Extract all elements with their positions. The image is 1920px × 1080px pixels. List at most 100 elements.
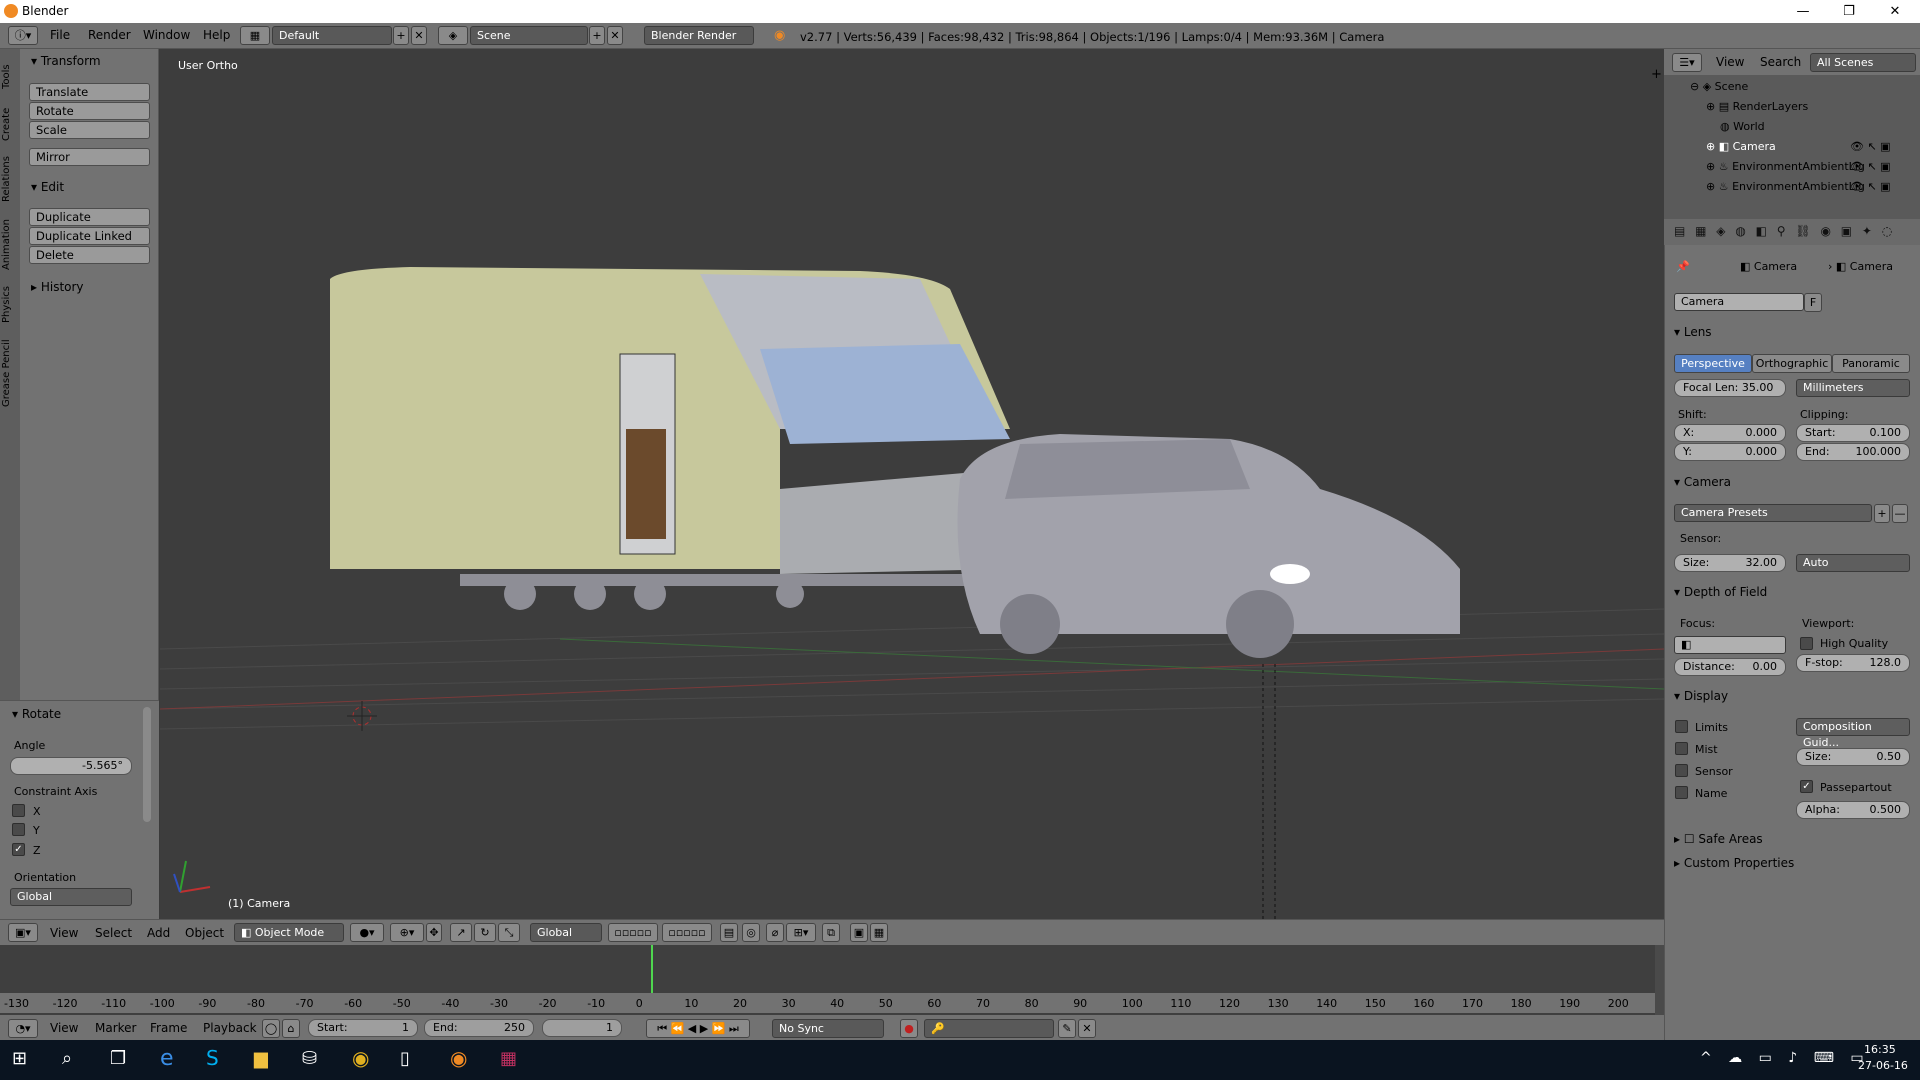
tab-physics[interactable]: Physics bbox=[1, 281, 19, 329]
high-quality-checkbox[interactable] bbox=[1800, 637, 1813, 650]
orthographic-tab[interactable]: Orthographic bbox=[1752, 354, 1832, 373]
lens-panel-header[interactable]: ▾ Lens bbox=[1674, 325, 1712, 339]
duplicate-linked-button[interactable]: Duplicate Linked bbox=[29, 227, 150, 245]
duplicate-button[interactable]: Duplicate bbox=[29, 208, 150, 226]
mode-select[interactable]: ◧ Object Mode bbox=[234, 923, 344, 942]
tab-tools[interactable]: Tools bbox=[1, 57, 19, 97]
rotate-button[interactable]: Rotate bbox=[29, 102, 150, 120]
skype-icon[interactable]: S bbox=[206, 1046, 219, 1070]
menu-add[interactable]: Add bbox=[147, 926, 170, 940]
outliner-menu-search[interactable]: Search bbox=[1760, 55, 1801, 69]
edit-panel-header[interactable]: ▾ Edit bbox=[31, 180, 64, 194]
windows-start-icon[interactable]: ⊞ bbox=[12, 1048, 27, 1069]
menu-render[interactable]: Render bbox=[88, 28, 131, 42]
transform-panel-header[interactable]: ▾ Transform bbox=[31, 54, 101, 68]
delete-button[interactable]: Delete bbox=[29, 246, 150, 264]
sensor-size-field[interactable]: Size: 32.00 bbox=[1674, 554, 1786, 572]
menu-select[interactable]: Select bbox=[95, 926, 132, 940]
breadcrumb-data[interactable]: › ◧ Camera bbox=[1828, 260, 1893, 273]
shift-x-field[interactable]: X: 0.000 bbox=[1674, 424, 1786, 442]
sync-select[interactable]: No Sync bbox=[772, 1019, 884, 1038]
panoramic-tab[interactable]: Panoramic bbox=[1832, 354, 1910, 373]
start-frame-field[interactable]: Start: 1 bbox=[308, 1019, 418, 1037]
remove-scene-icon[interactable]: ✕ bbox=[607, 26, 623, 45]
outliner-menu-view[interactable]: View bbox=[1716, 55, 1744, 69]
safe-areas-panel-header[interactable]: ▸ ☐ Safe Areas bbox=[1674, 832, 1763, 846]
focus-object-field[interactable]: ◧ bbox=[1674, 636, 1786, 654]
remove-preset-icon[interactable]: — bbox=[1892, 504, 1908, 523]
add-scene-icon[interactable]: + bbox=[589, 26, 605, 45]
winrar-icon[interactable]: ▦ bbox=[500, 1048, 517, 1069]
shading-select-icon[interactable]: ●▾ bbox=[350, 923, 384, 942]
scene-field[interactable]: Scene bbox=[470, 26, 588, 45]
tab-animation[interactable]: Animation bbox=[1, 213, 19, 277]
maximize-button[interactable]: ❐ bbox=[1826, 0, 1872, 23]
timeline-editor-type-icon[interactable]: ◔▾ bbox=[8, 1019, 38, 1038]
angle-field[interactable]: -5.565° bbox=[10, 757, 132, 775]
breadcrumb-object[interactable]: ◧ Camera bbox=[1740, 260, 1797, 273]
scale-manipulator-icon[interactable]: ⤡ bbox=[498, 923, 520, 942]
visibility-icons-light-1[interactable]: 👁 ↖ ▣ bbox=[1850, 160, 1891, 173]
history-panel-header[interactable]: ▸ History bbox=[31, 280, 84, 294]
orientation-select[interactable]: Global bbox=[10, 888, 132, 906]
translate-manipulator-icon[interactable]: ↗ bbox=[450, 923, 472, 942]
minimize-button[interactable]: — bbox=[1780, 0, 1826, 23]
focus-distance-field[interactable]: Distance: 0.00 bbox=[1674, 658, 1786, 676]
menu-playback[interactable]: Playback bbox=[203, 1021, 257, 1035]
scene-icon[interactable]: ◈ bbox=[438, 26, 468, 45]
3d-editor-type-icon[interactable]: ▣▾ bbox=[8, 923, 38, 942]
operator-scrollbar[interactable] bbox=[143, 707, 151, 822]
outliner-item-scene[interactable]: ⊖ ◈ Scene bbox=[1690, 80, 1748, 93]
current-frame-field[interactable]: 1 bbox=[542, 1019, 622, 1037]
translate-button[interactable]: Translate bbox=[29, 83, 150, 101]
passepartout-alpha-field[interactable]: Alpha: 0.500 bbox=[1796, 801, 1910, 819]
menu-view[interactable]: View bbox=[50, 926, 78, 940]
chrome-icon[interactable]: ◉ bbox=[352, 1046, 369, 1070]
task-view-icon[interactable]: ❐ bbox=[110, 1048, 126, 1069]
constraint-x-checkbox[interactable] bbox=[12, 804, 25, 817]
manipulator-icon[interactable]: ✥ bbox=[426, 923, 442, 942]
tab-grease-pencil[interactable]: Grease Pencil bbox=[1, 333, 19, 413]
snap-target-icon[interactable]: ⧉ bbox=[822, 923, 840, 942]
visibility-icons-camera[interactable]: 👁 ↖ ▣ bbox=[1850, 140, 1891, 153]
mirror-button[interactable]: Mirror bbox=[29, 148, 150, 166]
properties-context-tabs[interactable]: ▤ ▦ ◈ ◍ ◧ ⚲ ⛓ ◉ ▣ ✦ ◌ bbox=[1664, 219, 1920, 245]
proportional-edit-icon[interactable]: ◎ bbox=[742, 923, 760, 942]
tab-create[interactable]: Create bbox=[1, 101, 19, 147]
camera-presets-select[interactable]: Camera Presets bbox=[1674, 504, 1872, 522]
composition-guides-select[interactable]: Composition Guid... bbox=[1796, 718, 1910, 749]
store-icon[interactable]: ⛁ bbox=[302, 1048, 317, 1069]
notepad-icon[interactable]: ▯ bbox=[400, 1048, 410, 1069]
playback-controls[interactable]: ⏮ ⏪ ◀ ▶ ⏩ ⏭ bbox=[646, 1019, 750, 1038]
outliner-item-env-light-2[interactable]: ⊕ ♨ EnvironmentAmbientLig bbox=[1706, 180, 1865, 193]
pin-icon[interactable]: 📌 bbox=[1676, 260, 1690, 273]
outliner-item-env-light-1[interactable]: ⊕ ♨ EnvironmentAmbientLig bbox=[1706, 160, 1865, 173]
add-preset-icon[interactable]: + bbox=[1874, 504, 1890, 523]
lock-frame-icon[interactable]: ⌂ bbox=[282, 1019, 300, 1038]
sensor-fit-select[interactable]: Auto bbox=[1796, 554, 1910, 572]
dof-panel-header[interactable]: ▾ Depth of Field bbox=[1674, 585, 1767, 599]
timeline-area[interactable] bbox=[0, 945, 1664, 1025]
render-anim-icon[interactable]: ▦ bbox=[870, 923, 888, 942]
menu-marker[interactable]: Marker bbox=[95, 1021, 136, 1035]
clip-start-field[interactable]: Start: 0.100 bbox=[1796, 424, 1910, 442]
menu-window[interactable]: Window bbox=[143, 28, 190, 42]
edge-browser-icon[interactable]: e bbox=[160, 1046, 174, 1071]
delete-keyframe-icon[interactable]: ✕ bbox=[1078, 1019, 1096, 1038]
name-checkbox[interactable] bbox=[1675, 786, 1688, 799]
sensor-checkbox[interactable] bbox=[1675, 764, 1688, 777]
camera-datablock-field[interactable]: Camera bbox=[1674, 293, 1804, 311]
display-size-field[interactable]: Size: 0.50 bbox=[1796, 748, 1910, 766]
pivot-select-icon[interactable]: ⊕▾ bbox=[390, 923, 424, 942]
outliner-item-world[interactable]: ◍ World bbox=[1720, 120, 1765, 133]
keying-icon[interactable]: ◯ bbox=[262, 1019, 280, 1038]
passepartout-checkbox[interactable]: ✓ bbox=[1800, 780, 1813, 793]
fstop-field[interactable]: F-stop: 128.0 bbox=[1796, 654, 1910, 672]
outliner-filter-select[interactable]: All Scenes bbox=[1810, 53, 1916, 72]
add-layout-icon[interactable]: + bbox=[393, 26, 409, 45]
rotate-manipulator-icon[interactable]: ↻ bbox=[474, 923, 496, 942]
mist-checkbox[interactable] bbox=[1675, 742, 1688, 755]
remove-layout-icon[interactable]: ✕ bbox=[411, 26, 427, 45]
lock-layers-icon[interactable]: ▤ bbox=[720, 923, 738, 942]
file-explorer-icon[interactable]: ▆ bbox=[254, 1048, 268, 1069]
